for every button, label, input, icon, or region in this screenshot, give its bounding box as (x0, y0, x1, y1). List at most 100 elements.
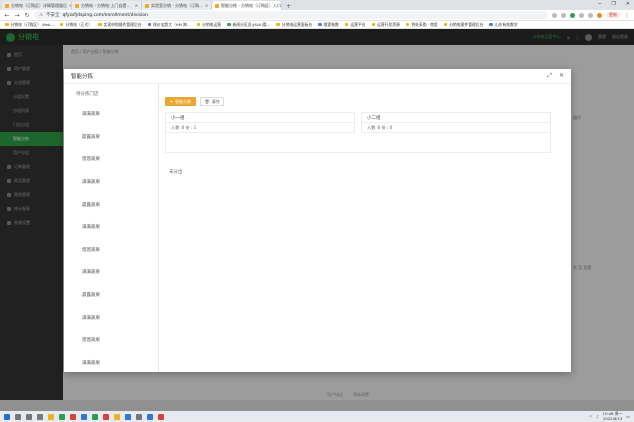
list-item[interactable]: 满满蔬果 (64, 261, 158, 284)
bookmark-label: 山东有效数学 (494, 21, 518, 27)
bookmark-label: 分销电（正式） (65, 21, 93, 27)
bookmark-label: 分销电（订购区） Web... (10, 21, 54, 27)
search-icon[interactable] (15, 413, 21, 420)
favicon-icon (75, 3, 79, 8)
close-window-icon[interactable]: ✕ (626, 1, 630, 7)
expand-icon[interactable]: ⤢ (547, 72, 552, 80)
profile-icon[interactable] (597, 12, 602, 18)
bookmark-item[interactable]: 分销电运营 (196, 21, 222, 28)
group-name: 小一组 (166, 113, 354, 123)
clock[interactable]: 10:48 周一 2022/6/13 (603, 411, 623, 421)
app-icon[interactable] (114, 413, 120, 420)
share-icon[interactable] (552, 12, 557, 18)
maximize-icon[interactable]: ❐ (611, 1, 615, 7)
list-item[interactable]: 满满蔬果 (64, 171, 158, 194)
dialog-controls: ⤢ ✕ (547, 72, 564, 80)
forward-icon[interactable]: → (14, 12, 20, 19)
extension-icons: 更新 ⋮ (552, 12, 630, 19)
app-icon[interactable] (125, 413, 131, 420)
bookmark-item[interactable]: 分销电（订购区） Web... (5, 22, 54, 28)
browser-tab-active[interactable]: 智能分拣 - 分销电（订购区）入口✕ (212, 1, 282, 10)
dialog-title: 智能分拣 (71, 74, 94, 80)
close-tab-icon[interactable]: ✕ (205, 3, 208, 8)
group-card[interactable]: 小二组 人数 8 份 : 0 (361, 112, 551, 133)
bookmark-item[interactable]: 到处采购 · 南里 (405, 22, 438, 28)
notification-center-icon[interactable]: ▭ (626, 414, 630, 419)
bookmark-item[interactable]: 实现申购操作管理后台 (98, 21, 142, 28)
bookmark-icon (59, 22, 64, 27)
group-meta-value: 8 份 : 0 (377, 125, 393, 130)
update-button[interactable]: 更新 (606, 12, 620, 18)
chrome-icon[interactable] (59, 413, 65, 420)
bookmark-item[interactable]: 分销电案件管理后台 (443, 22, 483, 28)
app-icon[interactable] (158, 413, 164, 420)
list-item[interactable]: 晨露蔬果 (64, 126, 158, 149)
browser-tab[interactable]: 分销电 - 分销电-上门自提... ✕ (72, 1, 142, 10)
app-icon[interactable] (103, 413, 109, 420)
close-tab-icon[interactable]: ✕ (135, 3, 138, 8)
app-icon[interactable] (70, 413, 76, 420)
smart-sort-button[interactable]: ✦ 智能分拣 (165, 97, 196, 106)
trash-icon: 🗑 (204, 99, 210, 104)
wifi-icon[interactable]: ◠ (589, 414, 592, 419)
task-view-icon[interactable] (26, 413, 32, 420)
browser-tab-label: 分销电（订购区）详情管理器后 (11, 2, 67, 8)
list-item[interactable]: 晨露蔬果 (64, 193, 158, 216)
list-item[interactable]: 晨露蔬果 (64, 284, 158, 307)
list-item[interactable]: 悠悠蔬果 (64, 329, 158, 352)
file-explorer-icon[interactable] (48, 413, 54, 420)
app-icon[interactable] (147, 413, 153, 420)
app-icon[interactable] (136, 413, 142, 420)
list-item[interactable]: 悠悠蔬果 (64, 148, 158, 171)
start-icon[interactable] (4, 413, 10, 420)
group-panel: ✦ 智能分拣 🗑 清除 小一组 人数 8 份 : 1 小二组 人数 8 份 : … (159, 84, 571, 372)
bookmark-item[interactable]: 运营开发资源 (371, 22, 400, 28)
widgets-icon[interactable] (37, 413, 43, 420)
extension-icon[interactable] (570, 12, 575, 18)
volume-icon[interactable]: ♪ (596, 414, 598, 419)
reload-icon[interactable]: ↻ (24, 12, 30, 19)
bookmark-label: 运营平台 (350, 21, 366, 27)
clear-label: 清除 (211, 98, 220, 104)
bookmark-item[interactable]: 山东有效数学 (489, 21, 518, 28)
app-icon[interactable] (92, 413, 98, 420)
bookmark-item[interactable]: 分销电运营面板台 (276, 22, 312, 28)
sidebar-icon[interactable] (588, 12, 593, 18)
store-list: 待分拣门店 满满蔬果 晨露蔬果 悠悠蔬果 满满蔬果 晨露蔬果 满满蔬果 悠悠蔬果… (64, 84, 159, 372)
close-icon[interactable]: ✕ (559, 72, 564, 80)
bookmark-item[interactable]: 分销电（正式） (59, 21, 93, 28)
star-icon[interactable] (561, 12, 566, 18)
list-item[interactable]: 满满蔬果 (64, 352, 158, 375)
bookmark-item[interactable]: 保价宝超大（HM 跨... (147, 22, 191, 28)
group-meta-label: 人数 (171, 125, 180, 130)
back-icon[interactable]: ← (4, 12, 10, 19)
window-controls: ─ ❐ ✕ (598, 1, 630, 7)
list-item[interactable]: 满满蔬果 (64, 216, 158, 239)
menu-icon[interactable]: ⋮ (624, 12, 630, 19)
group-meta: 人数 8 份 : 1 (166, 123, 354, 133)
new-tab-button[interactable]: + (282, 3, 295, 10)
minimize-icon[interactable]: ─ (598, 1, 601, 7)
bookmark-item[interactable]: 新闻分区员(JAVA)管... (227, 22, 270, 28)
bookmark-label: 分销电运营 (202, 21, 222, 27)
bookmark-icon (318, 22, 322, 27)
puzzle-icon[interactable] (579, 12, 584, 18)
bookmark-icon (196, 22, 201, 27)
bookmark-item[interactable]: 搜索帐数 (318, 22, 339, 28)
system-tray: ◠ ♪ 10:48 周一 2022/6/13 ▭ (589, 411, 630, 421)
browser-tab[interactable]: 实验室分销 - 分销电（订购... ✕ (142, 1, 212, 10)
group-card[interactable]: 小一组 人数 8 份 : 1 (165, 112, 355, 133)
bookmarks-bar: 分销电（订购区） Web... 分销电（正式） 实现申购操作管理后台 保价宝超大… (0, 21, 634, 29)
os-taskbar: ◠ ♪ 10:48 周一 2022/6/13 ▭ (0, 411, 634, 422)
bookmark-item[interactable]: 运营平台 (344, 21, 366, 28)
bookmark-label: 实现申购操作管理后台 (103, 21, 142, 27)
unassigned-label: 未分出 (169, 170, 183, 175)
list-item[interactable]: 满满蔬果 (64, 103, 158, 126)
clear-button[interactable]: 🗑 清除 (200, 97, 224, 106)
browser-tab[interactable]: 分销电（订购区）详情管理器后✕ (2, 1, 72, 10)
dialog-body: 待分拣门店 满满蔬果 晨露蔬果 悠悠蔬果 满满蔬果 晨露蔬果 满满蔬果 悠悠蔬果… (64, 84, 571, 372)
list-item[interactable]: 满满蔬果 (64, 306, 158, 329)
app-icon[interactable] (81, 413, 87, 420)
list-item[interactable]: 悠悠蔬果 (64, 239, 158, 262)
url-bar[interactable]: ⚠ 不安全 qfyzsfjdsping.com/enrollment/divis… (34, 11, 548, 19)
